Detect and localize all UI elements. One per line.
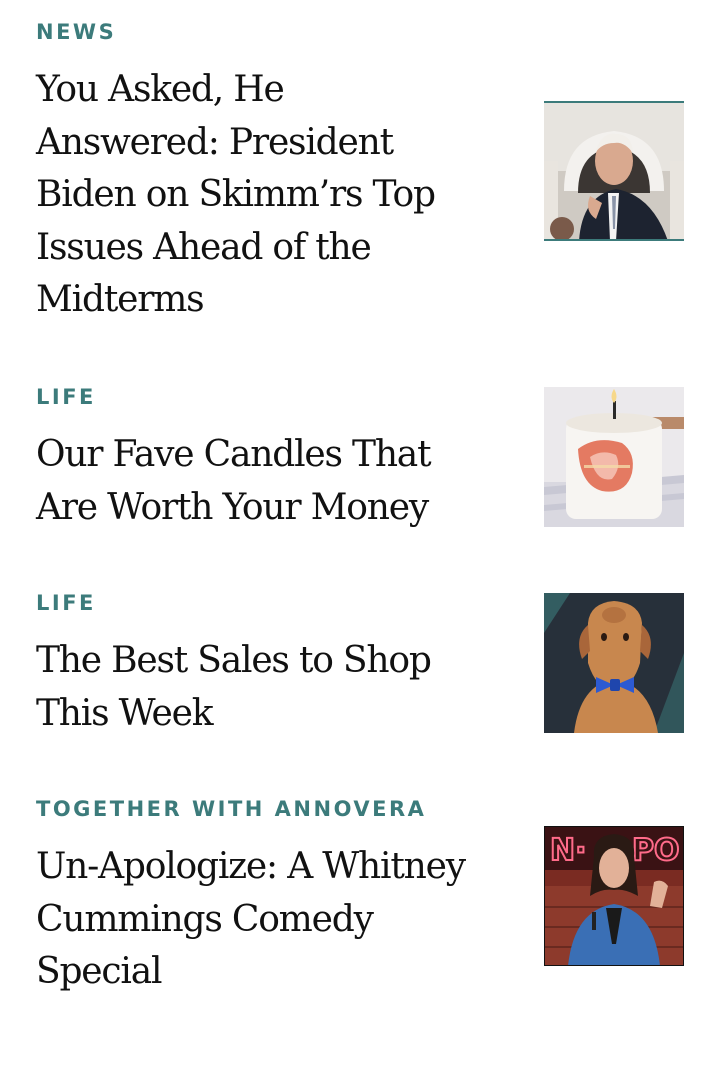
article-card-news[interactable]: NEWS You Asked, He Answered: President B… [36, 19, 684, 320]
svg-text:N·: N· [550, 833, 587, 868]
article-card-sales[interactable]: LIFE The Best Sales to Shop This Week [36, 590, 684, 734]
article-card-candles[interactable]: LIFE Our Fave Candles That Are Worth You… [36, 384, 684, 528]
article-list: NEWS You Asked, He Answered: President B… [0, 0, 720, 1080]
article-headline[interactable]: The Best Sales to Shop This Week [36, 635, 476, 740]
candle-thumbnail[interactable] [544, 387, 684, 527]
article-headline[interactable]: Our Fave Candles That Are Worth Your Mon… [36, 429, 476, 534]
comedian-thumbnail[interactable]: N· PO [544, 826, 684, 966]
article-headline[interactable]: Un-Apologize: A Whitney Cummings Comedy … [36, 841, 476, 999]
category-label: TOGETHER WITH ANNOVERA [36, 797, 427, 821]
dog-thumbnail[interactable] [544, 593, 684, 733]
article-headline[interactable]: You Asked, He Answered: President Biden … [36, 64, 476, 327]
category-label: NEWS [36, 20, 117, 44]
article-card-comedy-special[interactable]: TOGETHER WITH ANNOVERA Un-Apologize: A W… [36, 796, 684, 992]
svg-text:PO: PO [632, 833, 680, 868]
president-thumbnail[interactable] [544, 101, 684, 241]
